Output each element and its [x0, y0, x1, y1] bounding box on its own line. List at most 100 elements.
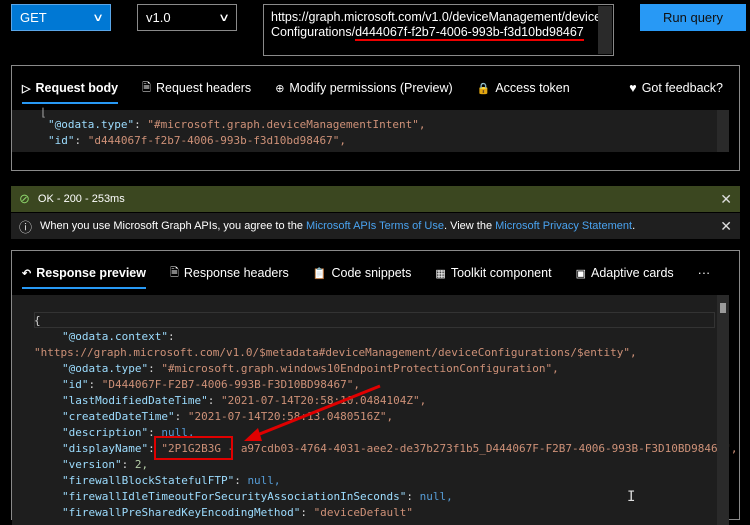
- tab-label: Request body: [35, 81, 119, 95]
- json-value: 2,: [134, 458, 149, 471]
- url-id-highlight: d444067f-f2b7-4006-993b-f3d10bd98467: [355, 25, 584, 41]
- json-key: "firewallBlockStatefulFTP": [62, 474, 235, 487]
- status-bar: ⊘ OK - 200 - 253ms ✕: [11, 186, 740, 212]
- json-key: "createdDateTime": [62, 410, 175, 423]
- json-line: "firewallIdleTimeoutForSecurityAssociati…: [62, 490, 453, 503]
- heart-icon: ♥: [629, 81, 637, 95]
- scrollbar[interactable]: [717, 295, 729, 525]
- method-dropdown[interactable]: GET ∨: [11, 4, 111, 31]
- tab-modify-permissions-preview[interactable]: ⊕ Modify permissions (Preview): [275, 66, 452, 110]
- url-input[interactable]: https://graph.microsoft.com/v1.0/deviceM…: [263, 4, 614, 56]
- url-path: Configurations/: [271, 25, 356, 39]
- json-value: null,: [247, 474, 281, 487]
- tab-request-headers[interactable]: 🗎 Request headers: [142, 66, 251, 110]
- tab-toolkit-component[interactable]: ▦ Toolkit component: [435, 251, 551, 295]
- json-key: "@odata.context": [62, 330, 168, 343]
- url-scrollbar[interactable]: [598, 6, 612, 54]
- chevron-down-icon: ∨: [217, 12, 231, 24]
- json-line: "firewallPreSharedKeyEncodingMethod": "d…: [62, 506, 414, 519]
- current-line-highlight: [34, 312, 715, 328]
- tab-request-body[interactable]: ▷ Request body: [22, 66, 119, 110]
- tab-label: Adaptive cards: [590, 266, 674, 280]
- response-editor[interactable]: { "@odata.context": "https://graph.micro…: [12, 295, 738, 525]
- json-line: "@odata.type": "#microsoft.graph.windows…: [62, 362, 559, 375]
- tab-response-headers[interactable]: 🗎 Response headers: [170, 251, 289, 295]
- json-line: "createdDateTime": "2021-07-14T20:58:13.…: [62, 410, 394, 423]
- privacy-link[interactable]: Microsoft Privacy Statement: [495, 220, 632, 232]
- more-tabs-button[interactable]: ···: [698, 251, 711, 295]
- request-panel: ▷ Request body 🗎 Request headers ⊕ Modify per…: [11, 65, 740, 171]
- document-icon: 🗎: [169, 266, 179, 279]
- tab-code-snippets[interactable]: 📋 Code snippets: [313, 251, 412, 295]
- json-key: "@odata.type": [62, 362, 149, 375]
- tab-label: Request headers: [155, 81, 252, 95]
- info-bar: ⓘ When you use Microsoft Graph APIs, you…: [11, 213, 740, 239]
- tab-label: Response preview: [36, 266, 146, 280]
- json-line: "id": "D444067F-F2B7-4006-993B-F3D10BD98…: [62, 378, 361, 391]
- feedback-button[interactable]: ♥ Got feedback?: [629, 66, 723, 110]
- info-icon: ⓘ: [19, 219, 33, 235]
- tab-label: Modify permissions (Preview): [289, 81, 453, 95]
- json-key: "id": [48, 134, 75, 147]
- json-value: "D444067F-F2B7-4006-993B-F3D10BD98467",: [101, 378, 361, 391]
- tab-adaptive-cards[interactable]: ▣ Adaptive cards: [576, 251, 674, 295]
- json-key: "lastModifiedDateTime": [62, 394, 208, 407]
- json-value: "https://graph.microsoft.com/v1.0/$metad…: [34, 346, 637, 359]
- json-key: "version": [62, 458, 122, 471]
- open-brace: {: [34, 314, 41, 327]
- check-circle-icon: ⊘: [19, 191, 30, 206]
- tab-label: Response headers: [183, 266, 289, 280]
- response-tabs: ↶ Response preview 🗎 Response headers 📋 Code …: [12, 251, 739, 295]
- tab-access-token[interactable]: 🔒 Access token: [477, 66, 570, 110]
- scrollbar[interactable]: [717, 110, 729, 152]
- permissions-icon: ⊕: [275, 82, 285, 95]
- document-icon: 🗎: [142, 81, 151, 94]
- text-cursor-icon: I: [627, 489, 636, 505]
- info-text: When you use Microsoft Graph APIs, you a…: [40, 220, 635, 232]
- json-value: "#microsoft.graph.deviceManagementIntent…: [147, 118, 426, 131]
- tab-label: Code snippets: [331, 266, 412, 280]
- json-value: "d444067f-f2b7-4006-993b-f3d10bd98467",: [87, 134, 347, 147]
- json-value: "2021-07-14T20:58:10.0484104Z",: [220, 394, 427, 407]
- info-pre: When you use Microsoft Graph APIs, you a…: [40, 220, 306, 232]
- version-dropdown[interactable]: v1.0 ∨: [137, 4, 237, 31]
- info-post: .: [632, 220, 636, 232]
- json-value: "2021-07-14T20:58:13.0480516Z",: [187, 410, 394, 423]
- status-text: OK - 200 - 253ms: [37, 193, 125, 205]
- url-line-1: https://graph.microsoft.com/v1.0/deviceM…: [271, 10, 602, 24]
- json-key: "firewallIdleTimeoutForSecurityAssociati…: [62, 490, 407, 503]
- toolkit-icon: ▦: [435, 267, 446, 280]
- request-tabs: ▷ Request body 🗎 Request headers ⊕ Modify per…: [12, 66, 739, 110]
- json-value: null,: [419, 490, 453, 503]
- fold-icon: ⌊: [40, 106, 47, 119]
- json-value: "2P1G2B3G - a97cdb03-4764-4031-aee2-de37…: [161, 442, 738, 455]
- url-line-2: Configurations/d444067f-f2b7-4006-993b-f…: [271, 25, 587, 41]
- info-mid: . View the: [443, 220, 496, 232]
- json-value: null,: [161, 426, 195, 439]
- json-line: "lastModifiedDateTime": "2021-07-14T20:5…: [62, 394, 427, 407]
- json-key: "description": [62, 426, 149, 439]
- json-line: "description": null,: [62, 426, 195, 439]
- undo-icon: ↶: [22, 267, 32, 280]
- card-icon: ▣: [575, 267, 586, 280]
- tab-label: Toolkit component: [450, 266, 552, 280]
- close-icon[interactable]: ✕: [720, 218, 732, 235]
- lock-icon: 🔒: [476, 82, 491, 95]
- close-icon[interactable]: ✕: [720, 191, 732, 208]
- method-value: GET: [20, 10, 47, 25]
- tab-response-preview[interactable]: ↶ Response preview: [22, 251, 146, 295]
- json-line: "firewallBlockStatefulFTP": null,: [62, 474, 281, 487]
- json-key: "displayName": [62, 442, 149, 455]
- json-line: "displayName": "2P1G2B3G - a97cdb03-4764…: [62, 442, 738, 455]
- json-line: "version": 2,: [62, 458, 149, 471]
- send-icon: ▷: [22, 82, 31, 95]
- json-key: "id": [62, 378, 89, 391]
- run-query-button[interactable]: Run query: [640, 4, 746, 31]
- tab-label: Access token: [495, 81, 570, 95]
- chevron-down-icon: ∨: [91, 12, 105, 24]
- json-value: "#microsoft.graph.windows10EndpointProte…: [161, 362, 559, 375]
- terms-link[interactable]: Microsoft APIs Terms of Use: [306, 220, 444, 232]
- request-body-editor[interactable]: ⌊ "@odata.type": "#microsoft.graph.devic…: [12, 106, 729, 152]
- json-key: "@odata.type": [48, 118, 135, 131]
- clipboard-icon: 📋: [312, 267, 327, 280]
